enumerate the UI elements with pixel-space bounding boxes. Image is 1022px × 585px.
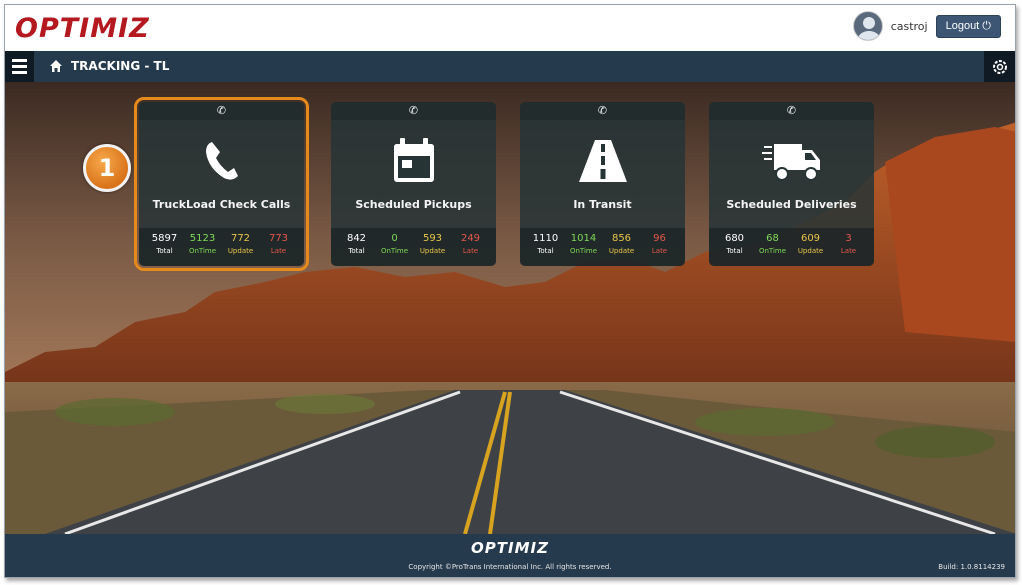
stat-late-value: 3 [845, 233, 852, 244]
stat-total-value: 1110 [532, 233, 559, 244]
stat-late-label: Late [462, 247, 479, 255]
stat-late: 3 Late [830, 233, 868, 266]
home-icon[interactable] [49, 59, 63, 73]
menu-toggle-button[interactable] [5, 51, 34, 82]
stat-late-value: 249 [460, 233, 481, 244]
stat-update-value: 856 [611, 233, 632, 244]
stat-update-label: Update [608, 247, 635, 255]
stat-update: 856 Update [603, 233, 641, 266]
settings-button[interactable] [984, 51, 1015, 82]
calendar-icon [393, 138, 434, 182]
stat-ontime: 1014 OnTime [565, 233, 603, 266]
copyright-text: Copyright ©ProTrans International Inc. A… [408, 563, 612, 571]
stat-late-label: Late [840, 247, 857, 255]
tile-scheduled-deliveries[interactable]: ✆ Scheduled Deliveries 680 Total 68 OnTime… [709, 102, 874, 266]
tile-title: In Transit [573, 198, 632, 211]
stat-total-label: Total [726, 247, 743, 255]
truck-icon [761, 144, 820, 181]
stat-ontime-label: OnTime [758, 247, 787, 255]
hamburger-icon-bar [12, 65, 27, 68]
stat-ontime: 0 OnTime [376, 233, 414, 266]
app-window: OPTIMIZ castroj Logout ⏻ TRACKING - TL 1… [4, 4, 1016, 578]
stat-update: 609 Update [792, 233, 830, 266]
stat-total-label: Total [348, 247, 365, 255]
phone-icon: ✆ [139, 102, 304, 120]
phone-icon [205, 142, 238, 180]
stat-update-label: Update [797, 247, 824, 255]
phone-icon: ✆ [520, 102, 685, 120]
tile-stats: 842 Total 0 OnTime 593 Update 249 Late [331, 228, 496, 266]
stat-ontime: 5123 OnTime [184, 233, 222, 266]
stat-update: 593 Update [414, 233, 452, 266]
stat-late-label: Late [651, 247, 668, 255]
stat-total-label: Total [537, 247, 554, 255]
optimiz-logo[interactable]: OPTIMIZ [15, 13, 150, 44]
build-version: Build: 1.0.8114239 [938, 563, 1005, 571]
user-avatar[interactable] [852, 11, 883, 41]
nav-bar: TRACKING - TL [5, 51, 1015, 82]
step-badge: 1 [83, 144, 131, 192]
hamburger-icon-bar [12, 71, 27, 74]
tile-stats: 5897 Total 5123 OnTime 772 Update 773 Late [139, 228, 304, 266]
page-title: TRACKING - TL [71, 59, 170, 73]
stat-ontime-label: OnTime [380, 247, 409, 255]
logout-button[interactable]: Logout ⏻ [935, 14, 1001, 38]
stat-update-label: Update [227, 247, 254, 255]
stat-ontime-value: 1014 [570, 233, 597, 244]
stat-late: 96 Late [641, 233, 679, 266]
stat-ontime: 68 OnTime [754, 233, 792, 266]
stat-late-value: 773 [268, 233, 289, 244]
footer-logo: OPTIMIZ [471, 539, 549, 557]
tile-stats: 1110 Total 1014 OnTime 856 Update 96 Late [520, 228, 685, 266]
tile-stats: 680 Total 68 OnTime 609 Update 3 Late [709, 228, 874, 266]
phone-icon: ✆ [709, 102, 874, 120]
stat-late-value: 96 [653, 233, 666, 244]
user-area: castroj Logout ⏻ [852, 11, 1001, 41]
gear-icon [992, 59, 1007, 74]
page-footer: OPTIMIZ Copyright ©ProTrans Internationa… [5, 534, 1015, 577]
stat-late-label: Late [270, 247, 287, 255]
stat-ontime-label: OnTime [569, 247, 598, 255]
phone-icon: ✆ [331, 102, 496, 120]
stat-update-value: 772 [230, 233, 251, 244]
stat-ontime-value: 5123 [189, 233, 216, 244]
stat-update-value: 609 [800, 233, 821, 244]
stat-late: 249 Late [452, 233, 490, 266]
username: castroj [890, 19, 928, 33]
stat-total-value: 5897 [151, 233, 178, 244]
stat-update-value: 593 [422, 233, 443, 244]
stat-total-value: 680 [724, 233, 745, 244]
stat-update: 772 Update [222, 233, 260, 266]
stat-total: 842 Total [338, 233, 376, 266]
stat-total: 1110 Total [527, 233, 565, 266]
stat-late: 773 Late [260, 233, 298, 266]
stat-total: 5897 Total [146, 233, 184, 266]
dashboard-background: 1 ✆ TruckLoad Check Calls 5897 Total 5123… [5, 82, 1015, 534]
stat-update-label: Update [419, 247, 446, 255]
tile-scheduled-pickups[interactable]: ✆ Scheduled Pickups 842 Total 0 OnTime 593… [331, 102, 496, 266]
tile-truckload-check-calls[interactable]: ✆ TruckLoad Check Calls 5897 Total 5123 On… [134, 97, 309, 271]
road-icon [578, 140, 627, 182]
stat-total: 680 Total [716, 233, 754, 266]
hamburger-icon-bar [12, 59, 27, 62]
tile-title: TruckLoad Check Calls [152, 198, 291, 211]
stat-ontime-value: 68 [766, 233, 779, 244]
tile-title: Scheduled Pickups [355, 198, 472, 211]
stat-ontime-label: OnTime [188, 247, 217, 255]
top-header: OPTIMIZ castroj Logout ⏻ [5, 5, 1015, 51]
stat-total-value: 842 [346, 233, 367, 244]
tile-in-transit[interactable]: ✆ In Transit 1110 Total 1014 OnTime 856 Upd… [520, 102, 685, 266]
tile-title: Scheduled Deliveries [726, 198, 857, 211]
stat-total-label: Total [156, 247, 173, 255]
stat-ontime-value: 0 [391, 233, 398, 244]
